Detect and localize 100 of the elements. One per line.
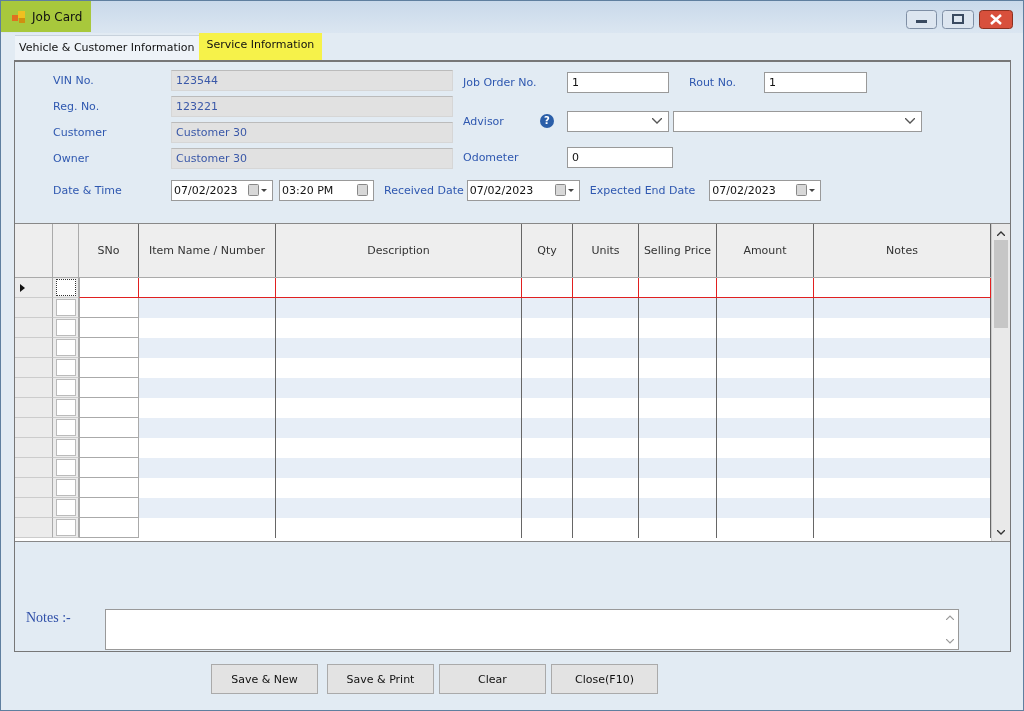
minimize-button[interactable]	[906, 10, 937, 29]
grid-cell[interactable]	[139, 458, 276, 478]
grid-cell[interactable]	[522, 498, 573, 518]
dropdown-field[interactable]	[567, 110, 669, 132]
grid-cell[interactable]	[79, 438, 139, 458]
grid-cell[interactable]	[573, 418, 639, 438]
grid-cell[interactable]	[276, 458, 522, 478]
action-button[interactable]: Close(F10)	[551, 664, 658, 694]
column-header[interactable]: Selling Price	[639, 224, 717, 277]
row-checkbox[interactable]	[55, 399, 76, 416]
row-checkbox[interactable]	[55, 419, 76, 436]
text-field[interactable]: 0	[567, 146, 673, 168]
grid-cell[interactable]	[139, 298, 276, 318]
grid-cell[interactable]	[79, 518, 139, 538]
row-checkbox[interactable]	[55, 319, 76, 336]
grid-cell[interactable]	[276, 338, 522, 358]
grid-cell[interactable]	[522, 378, 573, 398]
scroll-thumb[interactable]	[994, 240, 1008, 328]
scrollbar[interactable]	[991, 224, 1010, 541]
text-field[interactable]: 1	[567, 71, 669, 93]
grid-cell[interactable]	[814, 458, 991, 478]
maximize-button[interactable]	[942, 10, 974, 29]
grid-cell[interactable]	[276, 498, 522, 518]
action-button[interactable]: Save & New	[211, 664, 318, 694]
grid-cell[interactable]	[79, 498, 139, 518]
grid-cell[interactable]	[276, 378, 522, 398]
row-checkbox[interactable]	[55, 479, 76, 496]
grid-cell[interactable]	[79, 478, 139, 498]
tab[interactable]: Service Information	[198, 33, 323, 60]
grid-cell[interactable]	[139, 418, 276, 438]
row-header[interactable]	[15, 278, 53, 298]
grid-cell[interactable]	[814, 298, 991, 318]
row-checkbox[interactable]	[55, 339, 76, 356]
grid-cell[interactable]	[573, 338, 639, 358]
grid-cell[interactable]	[814, 378, 991, 398]
grid-cell[interactable]	[522, 298, 573, 318]
column-header[interactable]: Description	[276, 224, 522, 277]
scroll-down-icon[interactable]	[997, 530, 1005, 535]
tab[interactable]: Vehicle & Customer Information	[15, 35, 199, 60]
grid-cell[interactable]	[639, 498, 717, 518]
text-field[interactable]: 1	[764, 71, 867, 93]
grid-cell[interactable]	[139, 498, 276, 518]
grid-cell[interactable]	[717, 458, 814, 478]
grid-cell[interactable]	[717, 498, 814, 518]
row-checkbox[interactable]	[55, 519, 76, 536]
grid-cell[interactable]	[522, 418, 573, 438]
grid-cell[interactable]	[717, 418, 814, 438]
help-icon[interactable]: ?	[540, 114, 554, 128]
grid-cell[interactable]	[79, 358, 139, 378]
grid-cell[interactable]	[639, 458, 717, 478]
action-button[interactable]: Clear	[439, 664, 546, 694]
scroll-up-icon[interactable]	[997, 231, 1005, 236]
grid-cell[interactable]	[814, 418, 991, 438]
grid-cell[interactable]	[522, 458, 573, 478]
row-checkbox[interactable]	[55, 379, 76, 396]
grid-cell[interactable]	[79, 378, 139, 398]
grid-cell[interactable]	[522, 338, 573, 358]
grid-cell[interactable]	[639, 298, 717, 318]
grid-cell[interactable]	[814, 338, 991, 358]
grid-cell[interactable]	[79, 418, 139, 438]
action-button[interactable]: Save & Print	[327, 664, 434, 694]
row-checkbox[interactable]	[55, 439, 76, 456]
grid-cell[interactable]	[573, 378, 639, 398]
row-checkbox[interactable]	[55, 459, 76, 476]
column-header[interactable]: Item Name / Number	[139, 224, 276, 277]
date-field[interactable]: 07/02/2023	[466, 179, 580, 201]
row-checkbox[interactable]	[55, 279, 76, 296]
grid-cell[interactable]	[573, 298, 639, 318]
grid-cell[interactable]	[573, 458, 639, 478]
grid-cell[interactable]	[276, 298, 522, 318]
grid-cell[interactable]	[276, 418, 522, 438]
grid-cell[interactable]	[79, 318, 139, 338]
date-field[interactable]: 03:20 PM	[279, 179, 374, 201]
row-checkbox[interactable]	[55, 359, 76, 376]
grid-cell[interactable]	[639, 418, 717, 438]
grid-cell[interactable]	[79, 298, 139, 318]
dropdown-field[interactable]	[673, 110, 922, 132]
grid-cell[interactable]	[79, 338, 139, 358]
grid-cell[interactable]	[79, 278, 139, 298]
grid-cell[interactable]	[139, 378, 276, 398]
grid-cell[interactable]	[639, 378, 717, 398]
date-field[interactable]: 07/02/2023	[171, 179, 273, 201]
grid-cell[interactable]	[717, 338, 814, 358]
column-header[interactable]: Amount	[717, 224, 814, 277]
grid-cell[interactable]	[814, 498, 991, 518]
column-header[interactable]: Units	[573, 224, 639, 277]
row-checkbox[interactable]	[55, 299, 76, 316]
column-header[interactable]: SNo	[79, 224, 139, 277]
grid-cell[interactable]	[717, 298, 814, 318]
grid-cell[interactable]	[79, 398, 139, 418]
column-header[interactable]: Qty	[522, 224, 573, 277]
grid-cell[interactable]	[79, 458, 139, 478]
grid-cell[interactable]	[573, 498, 639, 518]
close-button[interactable]	[979, 10, 1013, 29]
grid-cell[interactable]	[139, 338, 276, 358]
grid-cell[interactable]	[639, 338, 717, 358]
date-field[interactable]: 07/02/2023	[709, 179, 822, 201]
row-checkbox[interactable]	[55, 499, 76, 516]
grid-cell[interactable]	[717, 378, 814, 398]
field-label: Reg. No.	[53, 100, 101, 113]
